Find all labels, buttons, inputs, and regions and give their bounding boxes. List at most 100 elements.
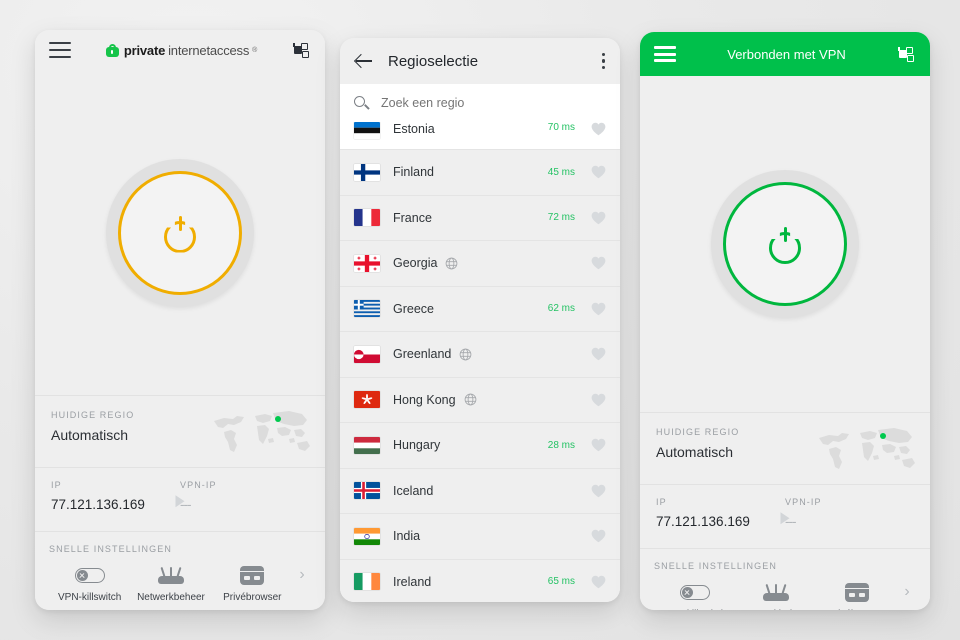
region-row[interactable]: Finland 45 ms (340, 150, 620, 196)
flag-icon-gl (354, 345, 380, 363)
quick-setting-label: Netwerkbeheer (137, 592, 205, 603)
region-list-header: Regioselectie (340, 38, 620, 84)
ip-label: IP (656, 497, 667, 507)
region-name: Ireland (393, 574, 432, 589)
region-list[interactable]: Estonia 70 ms Finland 45 ms France 72 ms Georg… (340, 122, 620, 602)
phone-panel-disconnected: private internetaccess ® HUIDIGE REGIO Aut… (35, 30, 325, 610)
current-region-card[interactable]: HUIDIGE REGIO Automatisch (35, 395, 325, 467)
region-row[interactable]: Estonia 70 ms (340, 122, 620, 150)
search-bar[interactable] (340, 84, 620, 122)
quick-settings-label: SNELLE INSTELLINGEN (49, 544, 172, 554)
heart-icon[interactable] (591, 347, 606, 361)
flag-icon-ee (354, 122, 380, 139)
quick-setting-browser[interactable]: Privébrowser (817, 581, 898, 610)
power-button[interactable] (106, 158, 254, 307)
quick-settings-label: SNELLE INSTELLINGEN (654, 561, 777, 571)
power-button-area (35, 70, 325, 395)
ip-card: IP 77.121.136.169 VPN-IP --- (640, 484, 930, 548)
region-row[interactable]: Hong Kong (340, 377, 620, 423)
region-name: Georgia (393, 256, 438, 271)
cast-connect-icon[interactable] (292, 42, 311, 59)
latency-value: 62 ms (547, 303, 575, 315)
quick-settings-card: SNELLE INSTELLINGEN VPN-killswitch Netwe… (640, 548, 930, 610)
back-arrow-icon[interactable] (354, 51, 374, 71)
heart-icon[interactable] (591, 122, 606, 136)
quick-settings-card: SNELLE INSTELLINGEN VPN-killswitch Netwe… (35, 531, 325, 610)
region-row[interactable]: Greece 62 ms (340, 286, 620, 332)
quick-setting-killswitch[interactable]: VPN-killswitch (49, 564, 130, 603)
chevron-right-icon[interactable]: › (898, 581, 916, 603)
quick-setting-network[interactable]: Netwerkbeheer (130, 564, 211, 603)
heart-icon[interactable] (591, 575, 606, 589)
quick-setting-label: VPN-killswitch (654, 609, 735, 610)
power-button-area (640, 76, 930, 412)
chevron-right-icon[interactable]: › (293, 564, 311, 586)
heart-icon[interactable] (591, 165, 606, 179)
arrow-right-icon (175, 494, 185, 507)
region-name: Greenland (393, 347, 452, 362)
killswitch-icon (654, 581, 735, 603)
heart-icon[interactable] (591, 529, 606, 543)
brand-name-light: internetaccess (168, 42, 250, 58)
power-button[interactable] (711, 170, 859, 318)
latency-value: 72 ms (547, 212, 575, 224)
app-header-connected: Verbonden met VPN (640, 32, 930, 76)
region-row[interactable]: Georgia (340, 241, 620, 287)
router-icon (130, 564, 211, 586)
phone-panel-region-selection: Regioselectie Estonia 70 ms Finland 45 ms Fr… (340, 38, 620, 602)
heart-icon[interactable] (591, 256, 606, 270)
brand-registered-mark: ® (252, 46, 258, 54)
cast-connect-icon[interactable] (897, 46, 916, 63)
heart-icon[interactable] (591, 438, 606, 452)
heart-icon[interactable] (591, 484, 606, 498)
region-name: Iceland (393, 483, 434, 498)
kebab-menu-icon[interactable] (602, 52, 606, 70)
heart-icon[interactable] (591, 393, 606, 407)
heart-icon[interactable] (591, 302, 606, 316)
vpn-ip-value: --- (180, 497, 192, 512)
globe-icon (445, 257, 458, 270)
hamburger-menu-icon[interactable] (654, 46, 676, 62)
region-row[interactable]: Hungary 28 ms (340, 423, 620, 469)
app-header: private internetaccess ® (35, 30, 325, 70)
ip-value: 77.121.136.169 (656, 514, 750, 529)
region-row[interactable]: Ireland 65 ms (340, 559, 620, 602)
brand-logo: private internetaccess ® (71, 43, 292, 58)
hamburger-menu-icon[interactable] (49, 42, 71, 58)
region-name: Hungary (393, 438, 441, 453)
arrow-right-icon (780, 511, 790, 524)
search-input[interactable] (381, 96, 606, 110)
quick-setting-network[interactable]: Netwerkbeheer (735, 581, 816, 610)
quick-setting-label: Privébrowser (223, 592, 282, 603)
quick-setting-browser[interactable]: Privébrowser (212, 564, 293, 603)
region-name: France (393, 210, 432, 225)
region-row[interactable]: Greenland (340, 332, 620, 378)
region-row[interactable]: Iceland (340, 468, 620, 514)
region-row[interactable]: France 72 ms (340, 195, 620, 241)
globe-icon (459, 348, 472, 361)
latency-value: 45 ms (547, 166, 575, 178)
current-region-card[interactable]: HUIDIGE REGIO Automatisch (640, 412, 930, 484)
globe-icon (464, 393, 477, 406)
quick-setting-killswitch[interactable]: VPN-killswitch (654, 581, 735, 610)
ip-label: IP (51, 480, 62, 490)
flag-icon-hk (354, 391, 380, 409)
world-map-widget (209, 404, 315, 462)
ip-column: IP 77.121.136.169 (51, 480, 180, 517)
vpn-ip-label: VPN-IP (785, 497, 822, 507)
region-row[interactable]: India (340, 514, 620, 560)
region-name: Greece (393, 301, 434, 316)
latency-value: 65 ms (547, 576, 575, 588)
heart-icon[interactable] (591, 211, 606, 225)
quick-settings-row: VPN-killswitch Netwerkbeheer Privébrowse… (654, 581, 916, 610)
vpn-ip-label: VPN-IP (180, 480, 217, 490)
ip-value: 77.121.136.169 (51, 497, 145, 512)
world-map-widget (814, 421, 920, 479)
phone-panel-connected: Verbonden met VPN HUIDIGE REGIO Automati… (640, 32, 930, 610)
quick-setting-label: Privébrowser (817, 609, 898, 610)
power-icon (766, 225, 804, 264)
ip-column: IP 77.121.136.169 (656, 497, 785, 534)
flag-icon-is (354, 482, 380, 500)
latency-value: 28 ms (547, 439, 575, 451)
power-icon (161, 214, 199, 253)
